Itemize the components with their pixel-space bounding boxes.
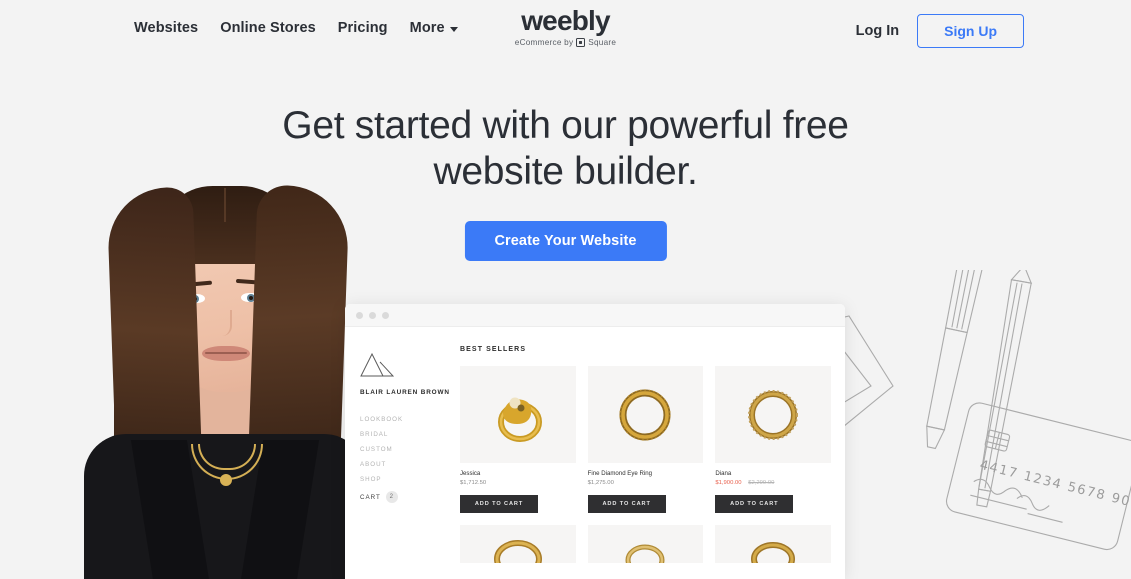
product-price: $1,275.00 — [587, 480, 614, 486]
page-title: Get started with our powerful free websi… — [0, 103, 1131, 195]
logo-tagline-prefix: eCommerce by — [514, 38, 574, 47]
store-menu-item-about[interactable]: ABOUT — [360, 461, 450, 468]
product-card[interactable] — [587, 525, 704, 563]
store-menu-item-custom[interactable]: CUSTOM — [360, 446, 450, 453]
page-title-line-2: website builder. — [433, 150, 698, 193]
site-header: Websites Online Stores Pricing More weeb… — [0, 0, 1131, 57]
product-grid: Jessica $1,712.50 ADD TO CART Fine Diamo… — [460, 366, 831, 563]
weebly-landing-page: 4417 1234 5678 9010 Websites Online Stor… — [0, 0, 1131, 579]
product-name: Jessica — [460, 470, 481, 477]
product-card[interactable] — [715, 525, 831, 563]
chevron-down-icon — [449, 26, 458, 32]
line-art-illustration: 4417 1234 5678 9010 — [768, 238, 1131, 579]
nav-item-more[interactable]: More — [410, 19, 458, 37]
store-menu-item-shop[interactable]: SHOP — [360, 476, 450, 483]
nav-item-websites[interactable]: Websites — [134, 19, 198, 37]
header-actions: Log In Sign Up — [856, 14, 1024, 48]
page-title-line-1: Get started with our powerful free — [282, 104, 849, 147]
logo-tagline: eCommerce by Square — [515, 37, 616, 48]
product-sale-price: $1,900.00 — [715, 480, 742, 486]
browser-title-bar — [345, 304, 845, 327]
section-title-best-sellers: BEST SELLERS — [460, 346, 527, 353]
store-menu: LOOKBOOK BRIDAL CUSTOM ABOUT SHOP CART 2 — [360, 416, 450, 503]
square-icon — [576, 38, 586, 47]
logo-wordmark: weebly — [521, 5, 610, 36]
add-to-cart-button[interactable]: ADD TO CART — [587, 495, 666, 513]
product-image — [460, 525, 576, 563]
store-brand-name: BLAIR LAUREN BROWN — [360, 389, 450, 396]
cart-count-badge: 2 — [385, 491, 398, 503]
store-menu-item-lookbook[interactable]: LOOKBOOK — [360, 416, 450, 423]
product-price: $1,900.00 $2,299.00 — [715, 480, 831, 486]
nav-item-pricing[interactable]: Pricing — [338, 19, 388, 37]
product-original-price: $2,299.00 — [748, 480, 775, 486]
cart-label: CART — [360, 493, 381, 501]
product-card[interactable]: Jessica $1,712.50 ADD TO CART — [460, 366, 576, 513]
add-to-cart-button[interactable]: ADD TO CART — [715, 495, 794, 513]
product-name: Diana — [715, 470, 732, 477]
window-dot-close-icon — [356, 311, 363, 319]
product-image — [587, 366, 704, 463]
credit-card-number: 4417 1234 5678 9010 — [978, 458, 1131, 515]
window-dot-minimize-icon — [369, 311, 376, 319]
store-preview-window: BLAIR LAUREN BROWN LOOKBOOK BRIDAL CUSTO… — [345, 304, 845, 579]
product-name: Fine Diamond Eye Ring — [587, 470, 653, 477]
main-navigation: Websites Online Stores Pricing More — [134, 19, 458, 37]
store-main-content: BEST SELLERS Jessica $1,712.50 ADD TO CA… — [450, 327, 845, 579]
product-image — [587, 525, 704, 563]
window-dot-maximize-icon — [382, 311, 389, 319]
add-to-cart-button[interactable]: ADD TO CART — [460, 495, 538, 513]
triangle-logo-icon — [360, 352, 395, 378]
nav-item-more-label: More — [409, 20, 445, 36]
product-image — [715, 525, 831, 563]
store-menu-item-bridal[interactable]: BRIDAL — [360, 431, 450, 438]
create-your-website-button[interactable]: Create Your Website — [464, 221, 667, 261]
product-card[interactable]: Diana $1,900.00 $2,299.00 ADD TO CART — [715, 366, 831, 513]
product-card[interactable] — [460, 525, 576, 563]
product-price: $1,712.50 — [460, 480, 487, 486]
nav-item-online-stores[interactable]: Online Stores — [220, 19, 316, 37]
product-card[interactable]: Fine Diamond Eye Ring $1,275.00 ADD TO C… — [587, 366, 704, 513]
store-menu-item-cart[interactable]: CART 2 — [360, 491, 450, 503]
logo-tagline-suffix: Square — [588, 38, 617, 47]
log-in-link[interactable]: Log In — [856, 23, 900, 39]
product-image — [460, 366, 576, 463]
hero-portrait-photo — [84, 184, 366, 579]
sign-up-button[interactable]: Sign Up — [917, 14, 1024, 48]
product-image — [715, 366, 831, 463]
store-sidebar: BLAIR LAUREN BROWN LOOKBOOK BRIDAL CUSTO… — [345, 327, 450, 579]
